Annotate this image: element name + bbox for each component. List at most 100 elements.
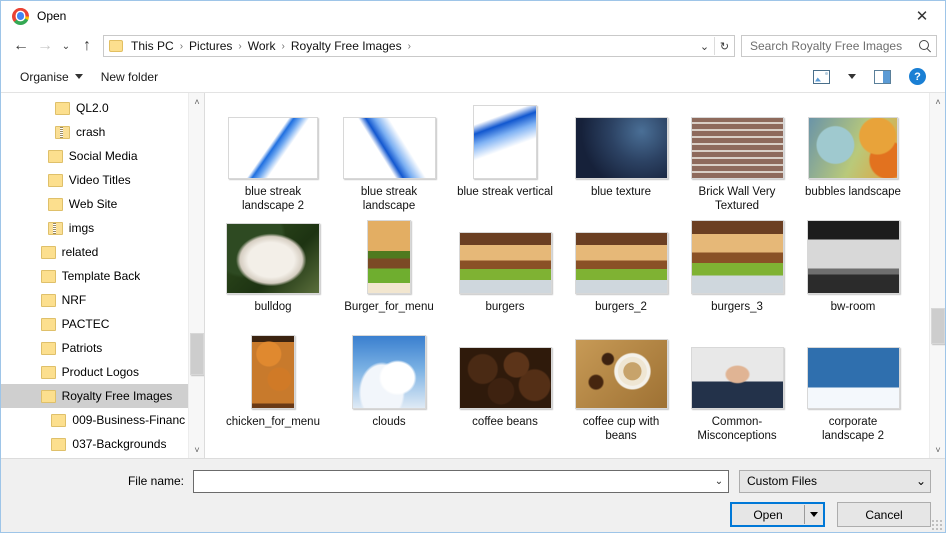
thumbnail-wrapper [690, 220, 784, 294]
preview-pane-button[interactable] [865, 66, 900, 88]
thumbnail-wrapper [574, 335, 668, 409]
resize-grip[interactable] [930, 518, 942, 530]
search-icon[interactable] [918, 39, 932, 53]
scroll-down-icon[interactable]: ˅ [930, 441, 945, 458]
file-tile[interactable]: bulldog [215, 218, 331, 333]
open-dropdown-button[interactable] [805, 512, 823, 517]
file-tile[interactable]: bubbles landscape [795, 103, 911, 218]
sidebar-item-nrf[interactable]: NRF [1, 288, 204, 312]
breadcrumb-item-0[interactable]: This PC [126, 36, 179, 56]
recent-locations-button[interactable]: ⌄ [57, 34, 75, 58]
change-view-button[interactable] [804, 66, 839, 88]
sidebar-item-video-titles[interactable]: Video Titles [1, 168, 204, 192]
sidebar-item-product-logos[interactable]: Product Logos [1, 360, 204, 384]
sidebar-item-imgs[interactable]: imgs [1, 216, 204, 240]
scroll-up-icon[interactable]: ˄ [930, 93, 945, 110]
file-tile[interactable]: blue streak landscape 2 [215, 103, 331, 218]
scrollbar-thumb[interactable] [931, 308, 945, 344]
sidebar-item-ql2-0[interactable]: QL2.0 [1, 96, 204, 120]
file-tile[interactable]: burgers [447, 218, 563, 333]
thumbnail-burgers-2 [574, 232, 668, 294]
folder-icon [40, 341, 56, 355]
address-dropdown-icon[interactable]: ⌄ [695, 36, 714, 56]
file-tile[interactable]: blue streak landscape [331, 103, 447, 218]
file-tile[interactable]: burgers_2 [563, 218, 679, 333]
folder-icon [40, 389, 56, 403]
close-icon[interactable]: ✕ [899, 1, 945, 31]
file-tile[interactable]: Brick Wall Very Textured [679, 103, 795, 218]
thumbnail-wrapper [808, 105, 898, 179]
breadcrumb-item-3[interactable]: Royalty Free Images [286, 36, 407, 56]
sidebar-item-label: 037-Backgrounds [72, 437, 167, 451]
breadcrumb-item-2[interactable]: Work [243, 36, 281, 56]
file-tile[interactable]: coffee cup with beans [563, 333, 679, 448]
chevron-down-icon [74, 74, 83, 79]
command-bar: Organise New folder ? [1, 61, 945, 93]
sidebar-item-009-business-financ[interactable]: 009-Business-Financ [1, 408, 204, 432]
sidebar-item-pactec[interactable]: PACTEC [1, 312, 204, 336]
folder-icon [47, 197, 63, 211]
file-tile[interactable]: chicken_for_menu [215, 333, 331, 448]
open-button-label: Open [753, 507, 783, 522]
view-dropdown-button[interactable] [839, 70, 865, 83]
organise-button[interactable]: Organise [11, 66, 92, 88]
file-tile[interactable]: Common-Misconceptions [679, 333, 795, 448]
address-bar[interactable]: This PC › Pictures › Work › Royalty Free… [103, 35, 735, 57]
file-tile[interactable]: bw-room [795, 218, 911, 333]
file-name-label: burgers_3 [711, 301, 763, 313]
back-button[interactable]: ← [9, 34, 33, 58]
file-tile[interactable]: coffee beans [447, 333, 563, 448]
help-button[interactable]: ? [900, 64, 935, 89]
chevron-down-icon: ⌄ [915, 474, 926, 488]
cancel-button[interactable]: Cancel [837, 502, 931, 527]
file-tile[interactable]: clouds [331, 333, 447, 448]
thumbnail-wrapper [251, 335, 295, 409]
up-one-level-button[interactable]: ↑ [75, 34, 99, 58]
sidebar-item-template-back[interactable]: Template Back [1, 264, 204, 288]
thumbnail-coffee-cup-with-beans [574, 339, 668, 409]
search-box[interactable] [741, 35, 937, 57]
file-tile[interactable]: burgers_3 [679, 218, 795, 333]
scroll-up-icon[interactable]: ˄ [189, 93, 204, 110]
folder-icon [47, 149, 63, 163]
file-name-label: coffee cup with beans [582, 416, 660, 442]
breadcrumb-item-1[interactable]: Pictures [184, 36, 237, 56]
sidebar-item-label: Template Back [61, 269, 141, 283]
sidebar-item-label: QL2.0 [76, 101, 109, 115]
open-button[interactable]: Open [730, 502, 825, 527]
thumbnail-blue-texture [574, 117, 668, 179]
sidebar-item-crash[interactable]: crash [1, 120, 204, 144]
scrollbar-thumb[interactable] [190, 333, 204, 375]
thumbnail-chicken-for-menu [251, 335, 295, 409]
thumbnail-wrapper [574, 105, 668, 179]
forward-button[interactable]: → [33, 34, 57, 58]
file-tile[interactable]: blue streak vertical [447, 103, 563, 218]
sidebar-item-royalty-free-images[interactable]: Royalty Free Images [1, 384, 204, 408]
sidebar-item-label: Video Titles [68, 173, 131, 187]
new-folder-button[interactable]: New folder [92, 66, 167, 88]
search-input[interactable] [750, 39, 918, 53]
file-name-input[interactable] [194, 470, 710, 492]
sidebar-item-label: crash [76, 125, 106, 139]
breadcrumb-separator[interactable]: › [407, 41, 412, 52]
sidebar-item-related[interactable]: related [1, 240, 204, 264]
folder-icon [40, 269, 56, 283]
file-tile[interactable]: corporate landscape 2 [795, 333, 911, 448]
thumbnail-burgers-3 [690, 220, 784, 294]
sidebar-item-label: Social Media [68, 149, 138, 163]
sidebar-item-web-site[interactable]: Web Site [1, 192, 204, 216]
file-name-label: clouds [372, 416, 406, 428]
file-name-combobox[interactable]: ⌄ [193, 469, 729, 493]
sidebar-item-social-media[interactable]: Social Media [1, 144, 204, 168]
file-tile[interactable]: Burger_for_menu [331, 218, 447, 333]
file-tile[interactable]: blue texture [563, 103, 679, 218]
sidebar-item-037-backgrounds[interactable]: 037-Backgrounds [1, 432, 204, 456]
sidebar-item-patriots[interactable]: Patriots [1, 336, 204, 360]
folder-icon [51, 413, 67, 427]
file-name-dropdown-icon[interactable]: ⌄ [710, 476, 728, 487]
sidebar-scrollbar[interactable]: ˄ ˅ [188, 93, 204, 458]
refresh-icon[interactable]: ↻ [715, 36, 734, 56]
file-type-filter-select[interactable]: Custom Files ⌄ [739, 469, 931, 493]
scroll-down-icon[interactable]: ˅ [189, 441, 204, 458]
file-list-scrollbar[interactable]: ˄ ˅ [929, 93, 945, 458]
